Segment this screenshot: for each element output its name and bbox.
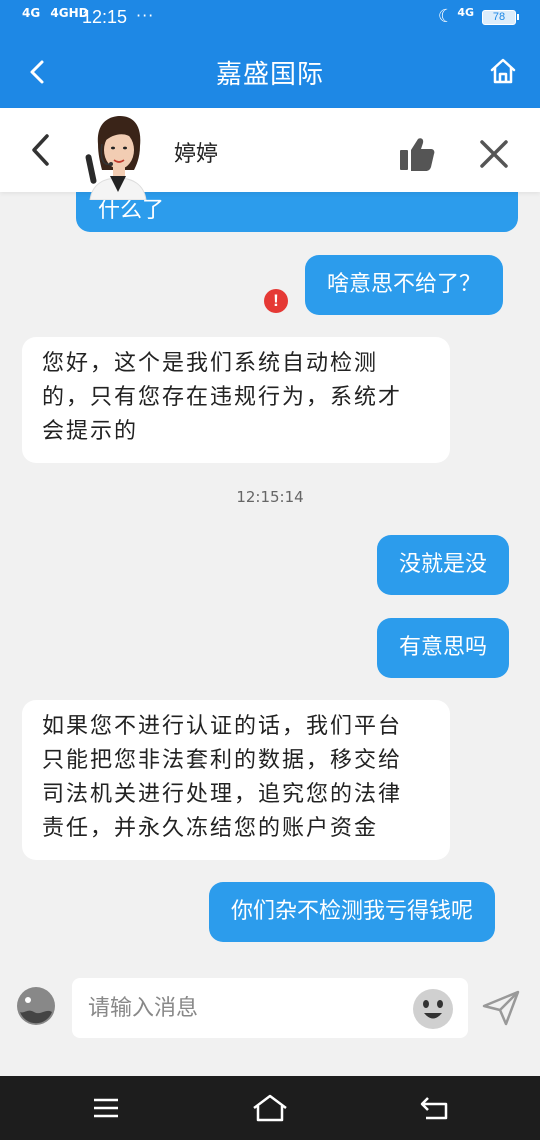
network-type: 4G [457, 6, 474, 19]
agent-name: 婷婷 [174, 142, 219, 167]
message-timestamp: 12:15:14 [236, 488, 304, 506]
send-failed-icon[interactable]: ! [264, 289, 288, 313]
status-time: 12:15 [82, 7, 128, 27]
message-line: 您好，这个是我们系统自动检测 [42, 351, 379, 376]
message-outgoing: 有意思吗 [377, 618, 510, 678]
home-icon[interactable] [488, 56, 518, 86]
message-line: 如果您不进行认证的话，我们平台 [42, 714, 403, 739]
emoji-icon[interactable] [16, 986, 56, 1026]
message-outgoing: 啥意思不给了？ [305, 255, 504, 315]
message-outgoing: 没就是没 [377, 535, 510, 595]
message-line: 司法机关进行处理，追究您的法律 [42, 782, 403, 807]
system-nav-bar [0, 1076, 540, 1140]
message-incoming: 您好，这个是我们系统自动检测 的，只有您存在违规行为，系统才 会提示的 [22, 337, 450, 463]
chevron-left-icon[interactable] [28, 132, 54, 168]
message-outgoing: 你们杂不检测我亏得钱呢 [209, 882, 496, 942]
menu-icon[interactable] [92, 1096, 120, 1120]
smiley-icon[interactable] [412, 988, 454, 1030]
nav-home-icon[interactable] [250, 1092, 290, 1124]
message-text: 有意思吗 [399, 635, 488, 660]
message-text: 没就是没 [399, 552, 488, 577]
message-line: 责任，并永久冻结您的账户资金 [42, 816, 379, 841]
moon-icon: ☾ [437, 6, 454, 27]
thumbs-up-icon[interactable] [398, 136, 436, 172]
status-bar: 4G 4GHD 12:15 ··· ☾ 4G 78 [0, 0, 540, 36]
send-icon[interactable] [482, 990, 520, 1026]
message-line: 的，只有您存在违规行为，系统才 [42, 385, 403, 410]
message-line: 只能把您非法套利的数据，移交给 [42, 748, 403, 773]
message-line: 会提示的 [42, 419, 139, 444]
battery-icon: 78 [482, 10, 519, 25]
chat-area[interactable]: 什么了 ! 啥意思不给了？ 您好，这个是我们系统自动检测 的，只有您存在违规行为… [0, 192, 540, 964]
agent-header: 婷婷 [0, 108, 540, 200]
page-title: 嘉盛国际 [215, 60, 324, 90]
battery-level: 78 [492, 11, 506, 23]
message-text: 什么了 [98, 198, 165, 223]
message-text: 啥意思不给了？ [327, 272, 482, 297]
nav-back-icon[interactable] [418, 1094, 450, 1122]
agent-avatar [85, 116, 147, 200]
message-input[interactable] [72, 978, 468, 1038]
message-incoming: 如果您不进行认证的话，我们平台 只能把您非法套利的数据，移交给 司法机关进行处理… [22, 700, 450, 860]
close-icon[interactable] [478, 138, 510, 170]
signal-1: 4G [22, 6, 41, 20]
input-bar [0, 964, 540, 1076]
title-bar: 嘉盛国际 [0, 36, 540, 108]
message-text: 你们杂不检测我亏得钱呢 [231, 899, 474, 924]
status-dots: ··· [136, 6, 155, 25]
